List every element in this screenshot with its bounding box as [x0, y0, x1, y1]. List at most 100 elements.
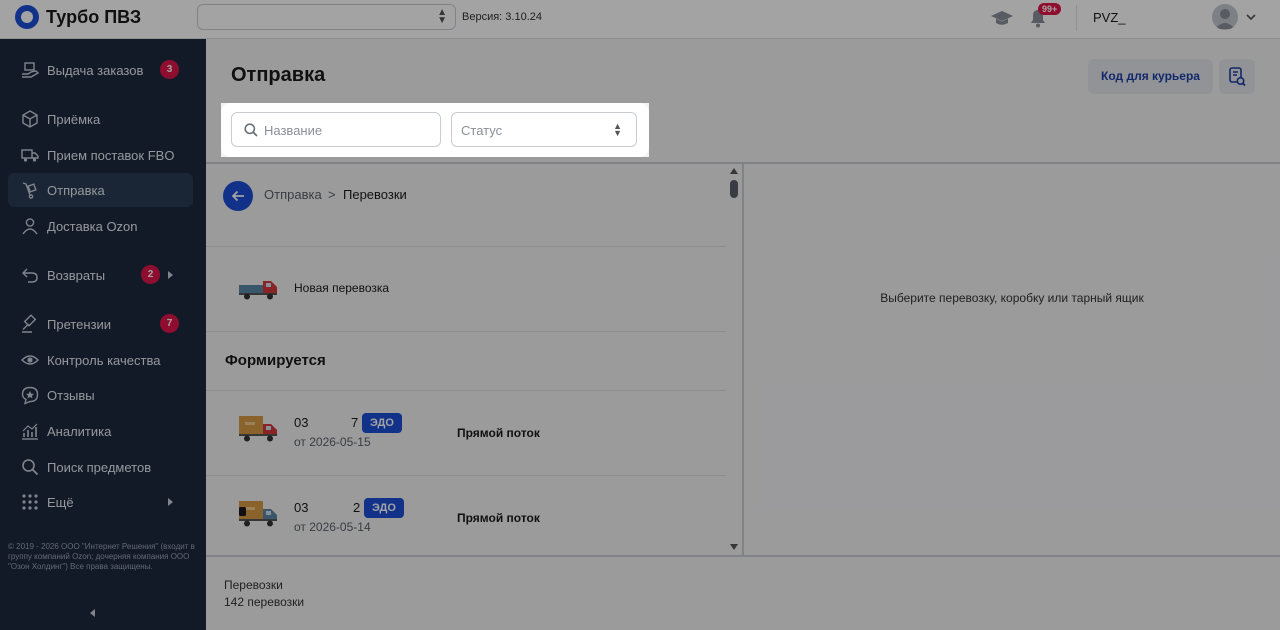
count-badge: 7: [160, 314, 179, 333]
search-icon: [22, 459, 39, 476]
shipment-date: от 2026-05-14: [294, 520, 371, 534]
empty-hint: Выберите перевозку, коробку или тарный я…: [880, 291, 1144, 305]
chart-icon: [22, 423, 38, 440]
sidebar-item-more[interactable]: Ещё: [8, 485, 193, 519]
shipments-list: Отправка > Перевозки Новая перевозка Фор…: [206, 164, 742, 555]
edo-badge: ЭДО: [364, 498, 404, 518]
chevron-right-icon: [168, 271, 173, 279]
status-select-label: Статус: [461, 123, 503, 138]
sidebar-item-label: Возвраты: [47, 267, 106, 283]
sidebar-item-label: Приёмка: [47, 111, 101, 127]
sidebar-item-reviews[interactable]: Отзывы: [8, 378, 193, 412]
app-title: Турбо ПВЗ: [46, 7, 142, 27]
document-search-icon: [1229, 67, 1246, 87]
breadcrumb-separator: >: [328, 187, 336, 202]
footer: Перевозки 142 перевозки: [206, 557, 1280, 630]
box-icon: [22, 110, 38, 128]
dolly-icon: [22, 182, 37, 199]
scroll-thumb[interactable]: [730, 180, 738, 198]
person-icon: [22, 218, 38, 235]
sidebar-item-label: Доставка Ozon: [47, 218, 138, 234]
sidebar-item-label: Аналитика: [47, 423, 112, 439]
loaded-truck-icon: [239, 416, 277, 442]
new-truck-icon: [239, 281, 277, 300]
updown-chevron-icon: ▲ ▼: [613, 121, 622, 138]
count-badge: 3: [160, 60, 179, 79]
divider: [206, 475, 726, 476]
page-title: Отправка: [231, 64, 326, 86]
gavel-icon: [22, 314, 37, 333]
star-chat-icon: [21, 386, 39, 405]
sidebar-item-label: Прием поставок FBO: [47, 147, 175, 163]
return-icon: [22, 268, 38, 283]
status-select[interactable]: Статус ▲ ▼: [451, 112, 637, 147]
section-title: Формируется: [225, 352, 326, 369]
version-label: Версия: 3.10.24: [462, 11, 542, 23]
updown-chevron-icon: ▲ ▼: [437, 7, 447, 26]
scroll-down-icon[interactable]: [730, 544, 738, 550]
handover-icon: [22, 62, 40, 78]
top-header: Турбо ПВЗ ▲ ▼ Версия: 3.10.24 99+ PVZ_: [0, 0, 1280, 39]
scroll-up-icon[interactable]: [730, 168, 738, 174]
user-name[interactable]: PVZ_: [1093, 10, 1126, 25]
shipment-flow: Прямой поток: [457, 511, 540, 525]
sidebar-item-label: Претензии: [47, 316, 112, 332]
breadcrumb-current: Перевозки: [343, 187, 407, 202]
header-divider: [1076, 5, 1077, 31]
divider: [206, 390, 726, 391]
graduation-cap-icon[interactable]: [990, 8, 1014, 28]
shipment-id-end: 2: [353, 500, 361, 515]
footer-title: Перевозки: [224, 578, 283, 592]
sidebar-item-item-search[interactable]: Поиск предметов: [8, 450, 193, 484]
search-input[interactable]: [264, 121, 434, 139]
sidebar-item-label: Выдача заказов: [47, 62, 144, 78]
user-avatar-icon: [1215, 9, 1235, 29]
truck-fbo-icon: [21, 149, 39, 162]
shipment-id-start: 03: [294, 415, 309, 430]
grid-icon: [22, 494, 38, 510]
shipment-id-end: 7: [351, 415, 359, 430]
divider: [206, 246, 726, 247]
dim-overlay: [649, 103, 1280, 157]
breadcrumb-parent[interactable]: Отправка: [264, 187, 322, 202]
sidebar-item-label: Ещё: [47, 494, 74, 510]
eye-icon: [21, 355, 39, 365]
sidebar-item-label: Контроль качества: [47, 352, 161, 368]
sidebar-item-quality[interactable]: Контроль качества: [8, 343, 193, 377]
details-panel: Выберите перевозку, коробку или тарный я…: [744, 164, 1280, 555]
sidebar-item-analytics[interactable]: Аналитика: [8, 414, 193, 448]
shipment-date: от 2026-05-15: [294, 435, 371, 449]
divider: [206, 331, 726, 332]
new-shipment-label: Новая перевозка: [294, 281, 390, 295]
courier-code-button[interactable]: Код для курьера: [1088, 59, 1213, 94]
sidebar: Выдача заказов 3 Приёмка Прием поставок …: [0, 39, 206, 630]
filter-panel: Статус ▲▼: [221, 103, 649, 157]
loaded-truck-icon: [239, 501, 277, 527]
sidebar-item-ozon-delivery[interactable]: Доставка Ozon: [8, 209, 193, 243]
sidebar-item-shipping[interactable]: Отправка: [8, 173, 193, 207]
chevron-right-icon: [168, 498, 173, 506]
sidebar-item-fbo[interactable]: Прием поставок FBO: [8, 138, 193, 172]
sidebar-item-acceptance[interactable]: Приёмка: [8, 102, 193, 136]
back-button[interactable]: [223, 181, 253, 211]
sidebar-item-label: Отправка: [47, 182, 105, 198]
sidebar-item-label: Поиск предметов: [47, 459, 152, 475]
search-field[interactable]: [231, 112, 441, 147]
edo-badge: ЭДО: [362, 413, 402, 433]
logo-icon: [15, 5, 39, 29]
copyright-text: © 2019 - 2026 ООО "Интернет Решения" (вх…: [8, 542, 195, 571]
arrow-left-icon: [231, 190, 244, 202]
chevron-down-icon[interactable]: [1244, 10, 1258, 24]
avatar[interactable]: [1212, 4, 1238, 30]
sidebar-item-returns[interactable]: Возвраты 2: [8, 258, 193, 292]
collapse-sidebar-icon[interactable]: [90, 609, 95, 617]
sidebar-item-issue-orders[interactable]: Выдача заказов 3: [8, 53, 193, 87]
list-scrollbar[interactable]: [727, 164, 742, 555]
search-document-button[interactable]: [1219, 59, 1255, 94]
sidebar-item-label: Отзывы: [47, 387, 95, 403]
shipment-flow: Прямой поток: [457, 426, 540, 440]
search-icon: [244, 123, 258, 137]
sidebar-item-claims[interactable]: Претензии 7: [8, 307, 193, 341]
location-select[interactable]: ▲ ▼: [197, 4, 456, 30]
shipment-id-start: 03: [294, 500, 309, 515]
